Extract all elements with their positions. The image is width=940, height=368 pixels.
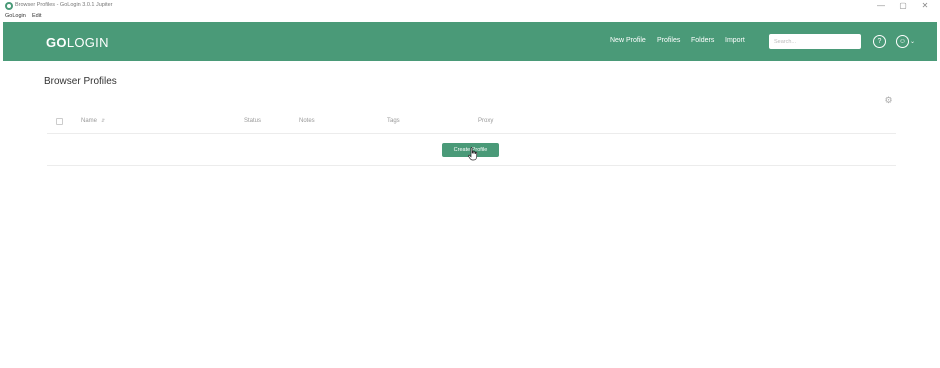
search-input[interactable]: [769, 34, 861, 49]
gologin-logo[interactable]: GOLOGIN: [46, 35, 109, 50]
sort-icon[interactable]: ⇵: [101, 118, 105, 124]
hand-cursor-icon: [468, 147, 478, 161]
logo-bold: GO: [46, 35, 67, 50]
gear-icon[interactable]: ⚙: [884, 96, 893, 105]
user-avatar-icon[interactable]: ☺: [896, 35, 909, 48]
app-header: GOLOGIN New Profile Profiles Folders Imp…: [3, 22, 937, 61]
column-header-status: Status: [244, 118, 262, 124]
chevron-down-icon[interactable]: ⌄: [910, 38, 915, 45]
column-header-proxy: Proxy: [478, 118, 494, 124]
select-all-checkbox[interactable]: [56, 118, 63, 125]
profiles-table-header: Name ⇵ Status Notes Tags Proxy: [47, 112, 896, 134]
nav-profiles[interactable]: Profiles: [657, 37, 680, 44]
empty-table-row: Create Profile: [47, 134, 896, 166]
column-header-tags: Tags: [387, 118, 400, 124]
column-header-notes: Notes: [299, 118, 315, 124]
maximize-button[interactable]: ▢: [896, 1, 910, 11]
window-title: Browser Profiles - GoLogin 3.0.1 Jupiter: [15, 2, 113, 8]
minimize-button[interactable]: —: [874, 1, 888, 11]
menu-edit[interactable]: Edit: [32, 13, 41, 19]
nav-folders[interactable]: Folders: [691, 37, 714, 44]
column-header-name[interactable]: Name ⇵: [81, 118, 105, 124]
nav-new-profile[interactable]: New Profile: [610, 37, 646, 44]
logo-rest: LOGIN: [66, 35, 109, 50]
close-button[interactable]: ✕: [918, 1, 932, 11]
support-icon[interactable]: ?: [873, 35, 886, 48]
page-title: Browser Profiles: [44, 76, 117, 87]
nav-import[interactable]: Import: [725, 37, 745, 44]
menu-gologin[interactable]: GoLogin: [5, 13, 26, 19]
column-name-label: Name: [81, 118, 98, 124]
window-title-bar: Browser Profiles - GoLogin 3.0.1 Jupiter…: [0, 0, 940, 12]
gologin-app-icon: [5, 2, 13, 10]
